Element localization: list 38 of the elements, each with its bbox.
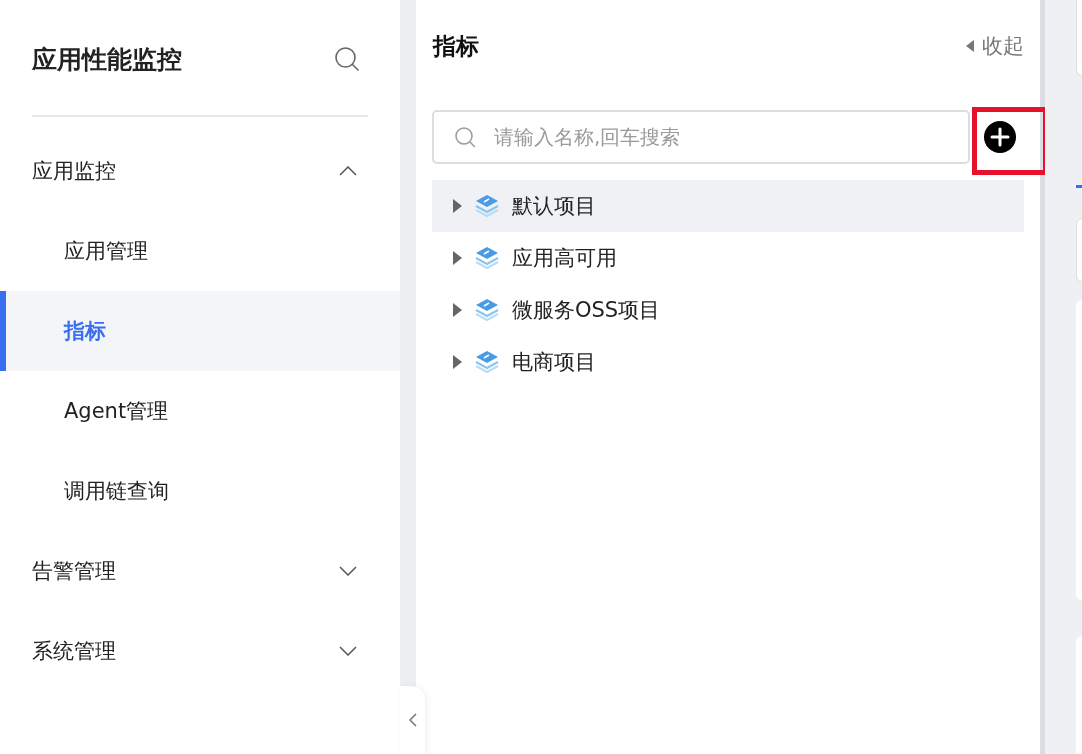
layers-icon <box>474 245 500 271</box>
triangle-left-icon <box>966 40 974 52</box>
chevron-down-icon <box>339 566 357 576</box>
tree-item[interactable]: 微服务OSS项目 <box>432 284 1024 336</box>
menu-item[interactable]: 应用管理 <box>0 211 400 291</box>
collapse-button[interactable]: 收起 <box>966 32 1024 60</box>
chevron-down-icon <box>339 646 357 656</box>
menu-group-label: 系统管理 <box>32 638 116 665</box>
tree-item-label: 默认项目 <box>512 193 596 220</box>
menu-group[interactable]: 告警管理 <box>0 531 400 611</box>
search-icon[interactable] <box>334 46 360 72</box>
add-icon[interactable] <box>984 121 1016 153</box>
chevron-up-icon <box>339 166 357 176</box>
panel-title: 指标 <box>433 31 479 61</box>
expand-triangle-icon[interactable] <box>453 355 462 369</box>
tree-item[interactable]: 应用高可用 <box>432 232 1024 284</box>
expand-triangle-icon[interactable] <box>453 251 462 265</box>
search-icon <box>454 126 476 148</box>
layers-icon <box>474 193 500 219</box>
menu-item[interactable]: Agent管理 <box>0 371 400 451</box>
tree-item-label: 电商项目 <box>512 349 596 376</box>
expand-triangle-icon[interactable] <box>453 303 462 317</box>
menu-group-label: 应用监控 <box>32 158 116 185</box>
menu-group-label: 告警管理 <box>32 558 116 585</box>
tree-item-label: 微服务OSS项目 <box>512 297 661 324</box>
menu-item[interactable]: 指标 <box>0 291 400 371</box>
tree-item[interactable]: 默认项目 <box>432 180 1024 232</box>
layers-icon <box>474 349 500 375</box>
tree-item[interactable]: 电商项目 <box>432 336 1024 388</box>
app-title: 应用性能监控 <box>32 43 182 76</box>
menu-group[interactable]: 应用监控 <box>0 131 400 211</box>
expand-triangle-icon[interactable] <box>453 199 462 213</box>
chevron-left-icon <box>407 712 418 728</box>
search-field[interactable]: 请输入名称,回车搜索 <box>432 110 970 164</box>
menu-group[interactable]: 系统管理 <box>0 611 400 691</box>
layers-icon <box>474 297 500 323</box>
tree-item-label: 应用高可用 <box>512 245 617 272</box>
menu-item[interactable]: 调用链查询 <box>0 451 400 531</box>
